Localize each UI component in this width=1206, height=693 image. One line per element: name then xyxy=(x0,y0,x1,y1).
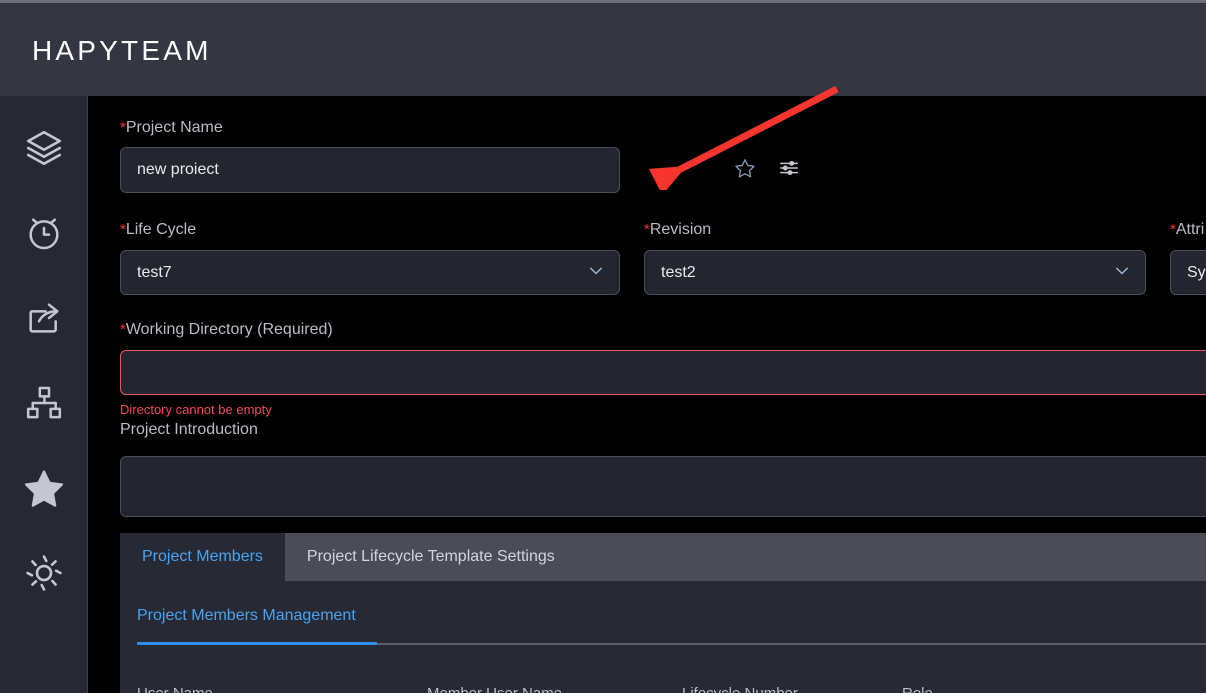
tab-project-lifecycle-template-settings[interactable]: Project Lifecycle Template Settings xyxy=(285,533,577,581)
sidebar-item-layers[interactable] xyxy=(0,105,88,190)
life-cycle-value: test7 xyxy=(137,263,172,281)
table-head-cell: Role xyxy=(902,685,1022,693)
attribute-value: Sy xyxy=(1187,263,1206,281)
sidebar-item-share[interactable] xyxy=(0,275,88,360)
sidebar-item-settings[interactable] xyxy=(0,530,88,615)
sidebar-item-favorites[interactable] xyxy=(0,445,88,530)
sitemap-icon xyxy=(24,383,64,423)
revision-value: test2 xyxy=(661,263,696,281)
revision-label-text: Revision xyxy=(649,221,712,238)
project-name-input[interactable] xyxy=(120,147,620,193)
project-members-panel: Project Members Management User Name Mem… xyxy=(120,581,1206,693)
project-introduction-label: Project Introduction xyxy=(120,421,258,438)
chevron-down-icon xyxy=(1113,261,1131,284)
tabstrip: Project Members Project Lifecycle Templa… xyxy=(120,533,1206,581)
field-settings-button[interactable] xyxy=(777,158,801,182)
attribute-select[interactable]: Sy xyxy=(1170,250,1206,295)
project-name-label: *Project Name xyxy=(120,118,223,138)
sliders-icon xyxy=(778,157,800,184)
table-head-cell: Member User Name xyxy=(427,685,682,693)
share-export-icon xyxy=(24,298,64,338)
life-cycle-select[interactable]: test7 xyxy=(120,250,620,295)
main-content: *Project Name new proiect *Life Cycle te… xyxy=(89,96,1206,693)
working-directory-label: *Working Directory (Required) xyxy=(120,320,333,340)
working-directory-label-text: Working Directory (Required) xyxy=(125,321,333,338)
working-directory-error: Directory cannot be empty xyxy=(120,402,272,417)
life-cycle-label-text: Life Cycle xyxy=(125,221,197,238)
table-head-cell: User Name xyxy=(137,685,427,693)
chevron-down-icon xyxy=(587,261,605,284)
sidebar-item-schedule[interactable] xyxy=(0,190,88,275)
attribute-label: *Attri xyxy=(1170,220,1204,240)
table-head-cell: Lifecycle Number xyxy=(682,685,902,693)
revision-select[interactable]: test2 xyxy=(644,250,1146,295)
alarm-clock-icon xyxy=(24,213,64,253)
tab-project-lifecycle-template-settings-label: Project Lifecycle Template Settings xyxy=(306,548,555,565)
sidebar-item-hierarchy[interactable] xyxy=(0,360,88,445)
app-header: HAPYTEAM xyxy=(0,5,1206,96)
app-window: HAPYTEAM *Project Name new proiect *Life… xyxy=(0,0,1206,693)
members-table-header: User Name Member User Name Lifecycle Num… xyxy=(137,685,1206,693)
life-cycle-label: *Life Cycle xyxy=(120,220,196,240)
sidebar xyxy=(0,96,88,693)
subtab-project-members-management[interactable]: Project Members Management xyxy=(137,607,356,625)
attribute-label-text: Attri xyxy=(1175,221,1205,238)
subtab-rail-active xyxy=(137,642,377,645)
project-introduction-textarea[interactable] xyxy=(120,456,1206,517)
app-title: HAPYTEAM xyxy=(32,34,212,66)
working-directory-input[interactable] xyxy=(120,350,1206,395)
tab-project-members-label: Project Members xyxy=(142,548,263,565)
gear-icon xyxy=(23,552,65,594)
project-name-label-text: Project Name xyxy=(125,119,223,136)
layers-icon xyxy=(23,127,65,169)
revision-label: *Revision xyxy=(644,220,711,240)
favorite-star-button[interactable] xyxy=(733,158,757,182)
star-filled-icon xyxy=(22,466,66,510)
tab-project-members[interactable]: Project Members xyxy=(120,533,285,581)
star-outline-icon xyxy=(734,157,756,184)
